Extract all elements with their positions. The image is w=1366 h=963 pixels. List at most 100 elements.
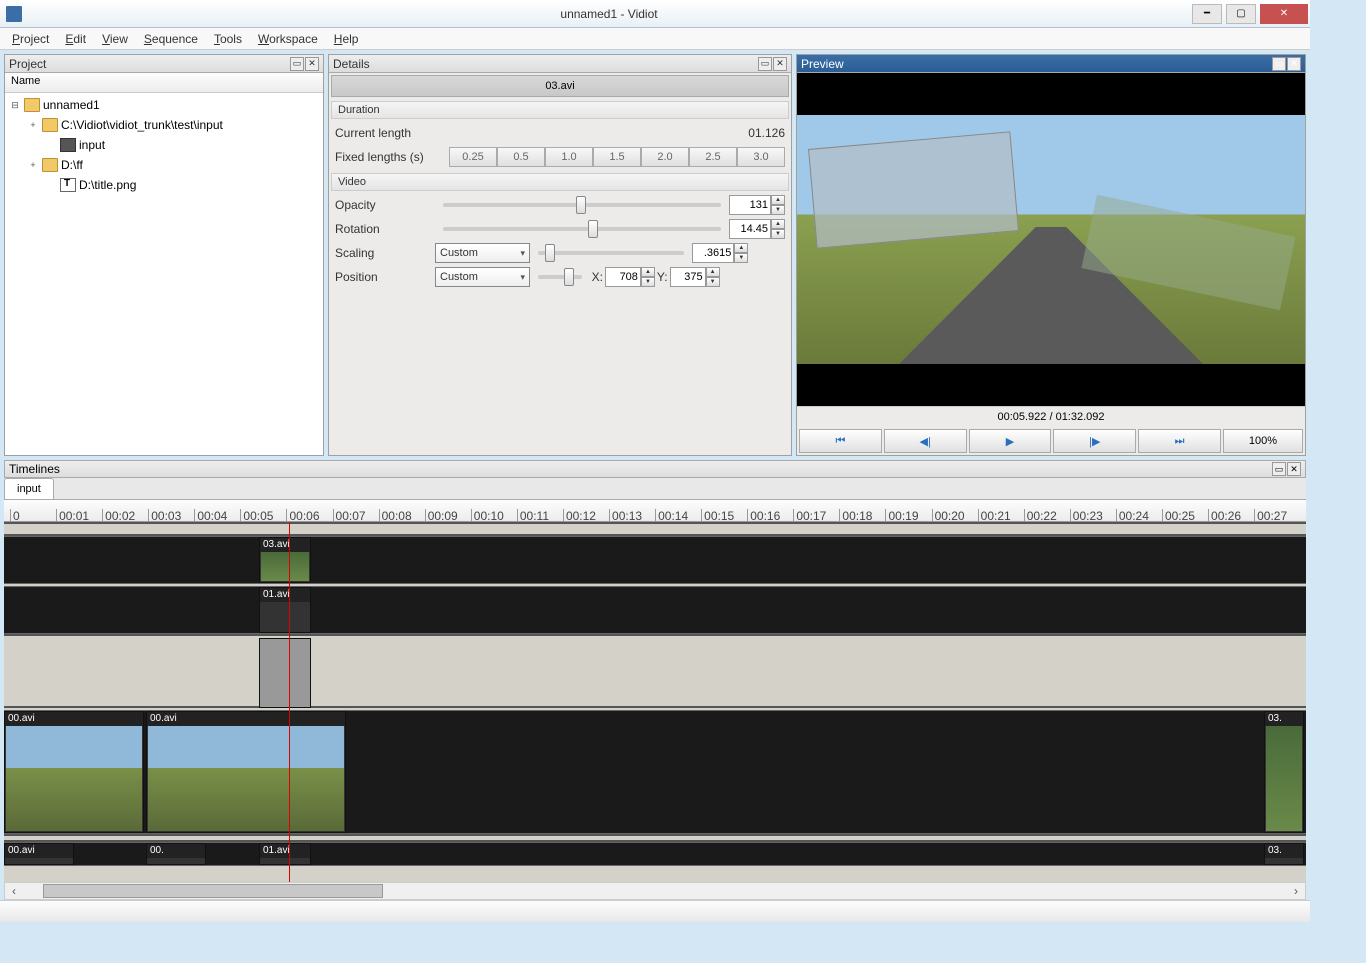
menu-sequence[interactable]: Sequence: [136, 30, 206, 48]
timeline-clip[interactable]: 00.: [146, 843, 206, 865]
timeline-clip[interactable]: 03.avi: [259, 537, 311, 583]
timeline-tab[interactable]: input: [4, 478, 54, 499]
clip-label: 03.: [1265, 712, 1303, 726]
length-button[interactable]: 1.5: [593, 147, 641, 167]
tree-item-label[interactable]: D:\title.png: [79, 178, 136, 192]
menu-tools[interactable]: Tools: [206, 30, 250, 48]
preview-play-button[interactable]: ▶: [969, 429, 1052, 453]
spin-up[interactable]: ▲: [734, 243, 748, 253]
tree-item-label[interactable]: D:\ff: [61, 158, 83, 172]
preview-zoom[interactable]: 100%: [1223, 429, 1303, 453]
timeline-ruler[interactable]: 000:0100:0200:0300:0400:0500:0600:0700:0…: [4, 500, 1306, 522]
scroll-thumb[interactable]: [43, 884, 383, 898]
ruler-tick: 00:06: [286, 509, 332, 521]
length-button[interactable]: 2.0: [641, 147, 689, 167]
length-button[interactable]: 3.0: [737, 147, 785, 167]
ruler-tick: 00:10: [471, 509, 517, 521]
scaling-slider[interactable]: [538, 251, 684, 255]
maximize-button[interactable]: ▢: [1226, 4, 1256, 24]
spin-up[interactable]: ▲: [706, 267, 720, 277]
spin-down[interactable]: ▼: [641, 277, 655, 287]
preview-prev-button[interactable]: ◀|: [884, 429, 967, 453]
length-button[interactable]: 1.0: [545, 147, 593, 167]
tree-root-label[interactable]: unnamed1: [43, 98, 100, 112]
position-x-label: X:: [592, 270, 603, 284]
clip-label: 00.avi: [5, 844, 73, 858]
position-y-label: Y:: [657, 270, 668, 284]
spin-up[interactable]: ▲: [771, 195, 785, 205]
spin-down[interactable]: ▼: [771, 205, 785, 215]
window-title: unnamed1 - Vidiot: [28, 7, 1190, 21]
preview-dock-button[interactable]: ▭: [1272, 57, 1286, 71]
scroll-right-icon[interactable]: ›: [1287, 884, 1305, 898]
minimize-button[interactable]: ━: [1192, 4, 1222, 24]
playhead[interactable]: [289, 522, 290, 882]
position-x-slider[interactable]: [538, 275, 582, 279]
opacity-label: Opacity: [335, 198, 435, 212]
timelines-close-button[interactable]: ✕: [1287, 462, 1301, 476]
timeline-clip[interactable]: 00.avi: [4, 843, 74, 865]
ruler-tick: 00:01: [56, 509, 102, 521]
preview-last-button[interactable]: ⏭: [1138, 429, 1221, 453]
preview-first-button[interactable]: ⏮: [799, 429, 882, 453]
scaling-input[interactable]: [692, 243, 734, 263]
timeline-scrollbar[interactable]: ‹ ›: [4, 882, 1306, 900]
tree-expander[interactable]: +: [27, 159, 39, 171]
timelines-dock-button[interactable]: ▭: [1272, 462, 1286, 476]
menu-help[interactable]: Help: [326, 30, 367, 48]
menu-view[interactable]: View: [94, 30, 136, 48]
details-close-button[interactable]: ✕: [773, 57, 787, 71]
length-button[interactable]: 0.25: [449, 147, 497, 167]
scaling-mode-select[interactable]: Custom: [435, 243, 530, 263]
spin-down[interactable]: ▼: [771, 229, 785, 239]
length-button[interactable]: 2.5: [689, 147, 737, 167]
ruler-tick: 00:12: [563, 509, 609, 521]
project-dock-button[interactable]: ▭: [290, 57, 304, 71]
menu-edit[interactable]: Edit: [57, 30, 94, 48]
timeline-clip[interactable]: 01.avi: [259, 843, 311, 865]
tree-expander[interactable]: +: [27, 119, 39, 131]
spin-down[interactable]: ▼: [734, 253, 748, 263]
text-icon: [60, 178, 76, 192]
details-dock-button[interactable]: ▭: [758, 57, 772, 71]
position-mode-select[interactable]: Custom: [435, 267, 530, 287]
project-panel-title: Project: [9, 57, 290, 71]
timeline-clip[interactable]: [259, 638, 311, 708]
spin-up[interactable]: ▲: [641, 267, 655, 277]
project-column-header[interactable]: Name: [5, 73, 323, 93]
timeline-body[interactable]: 03.avi 01.avi 00.avi 00.avi: [4, 522, 1306, 882]
ruler-tick: 00:25: [1162, 509, 1208, 521]
clip-label: 03.avi: [260, 538, 310, 552]
timeline-clip[interactable]: 00.avi: [4, 711, 144, 833]
menu-workspace[interactable]: Workspace: [250, 30, 326, 48]
length-button[interactable]: 0.5: [497, 147, 545, 167]
opacity-slider[interactable]: [443, 203, 721, 207]
project-close-button[interactable]: ✕: [305, 57, 319, 71]
timeline-clip[interactable]: 00.avi: [146, 711, 346, 833]
ruler-tick: 00:14: [655, 509, 701, 521]
timeline-clip[interactable]: 03.: [1264, 843, 1304, 865]
preview-display[interactable]: [797, 73, 1305, 406]
position-y-input[interactable]: [670, 267, 706, 287]
project-tree[interactable]: ⊟ unnamed1 + C:\Vidiot\vidiot_trunk\test…: [5, 93, 323, 455]
tree-item-label[interactable]: input: [79, 138, 105, 152]
timeline-clip[interactable]: 03.: [1264, 711, 1304, 833]
opacity-input[interactable]: [729, 195, 771, 215]
scroll-left-icon[interactable]: ‹: [5, 884, 23, 898]
spin-down[interactable]: ▼: [706, 277, 720, 287]
close-button[interactable]: ✕: [1260, 4, 1308, 24]
tree-item-label[interactable]: C:\Vidiot\vidiot_trunk\test\input: [61, 118, 223, 132]
menu-project[interactable]: Project: [4, 30, 57, 48]
ruler-tick: 00:27: [1254, 509, 1300, 521]
menubar: Project Edit View Sequence Tools Workspa…: [0, 28, 1310, 50]
preview-close-button[interactable]: ✕: [1287, 57, 1301, 71]
rotation-slider[interactable]: [443, 227, 721, 231]
ruler-tick: 00:24: [1116, 509, 1162, 521]
position-x-input[interactable]: [605, 267, 641, 287]
spin-up[interactable]: ▲: [771, 219, 785, 229]
timeline-clip[interactable]: 01.avi: [259, 587, 311, 633]
current-length-label: Current length: [335, 126, 435, 140]
preview-next-button[interactable]: |▶: [1053, 429, 1136, 453]
tree-expander[interactable]: ⊟: [9, 99, 21, 111]
rotation-input[interactable]: [729, 219, 771, 239]
